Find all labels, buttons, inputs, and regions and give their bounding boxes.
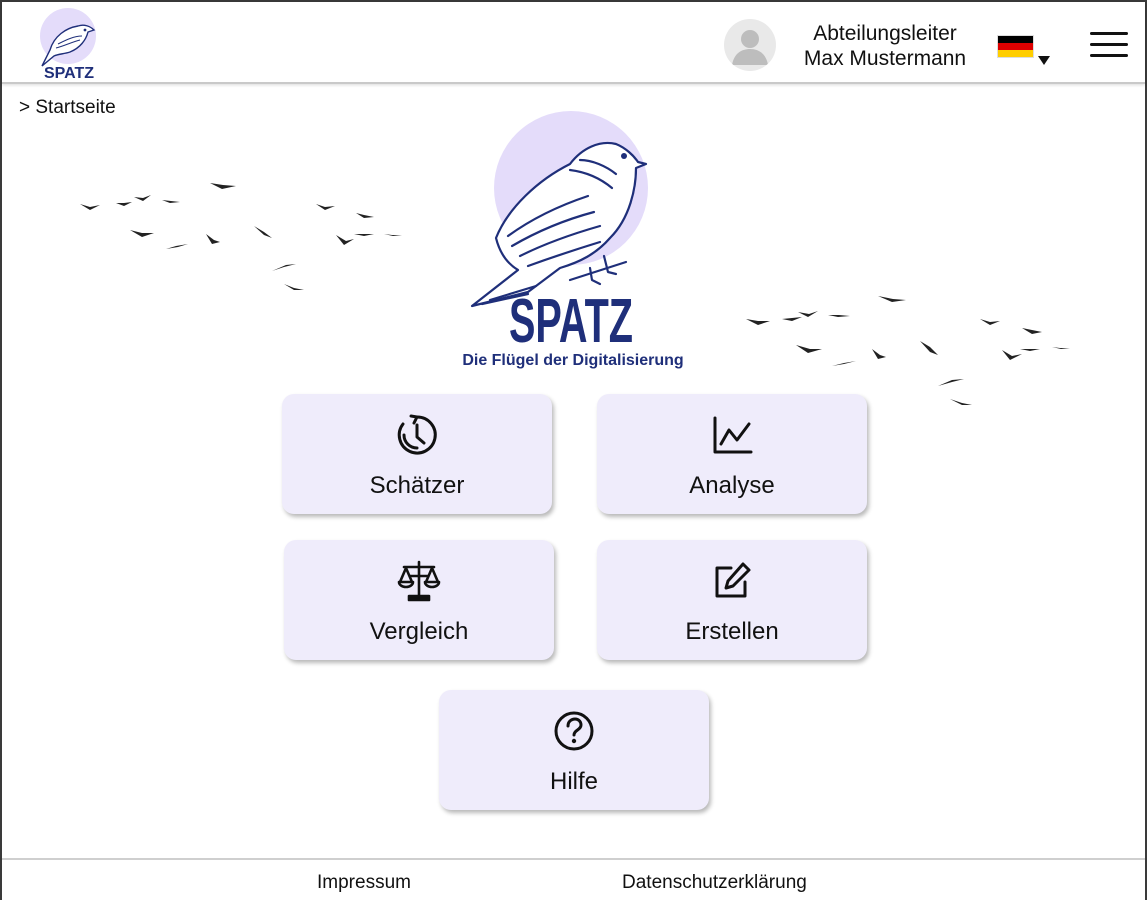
user-icon [732, 30, 768, 65]
tagline: Die Flügel der Digitalisierung [462, 352, 684, 369]
tile-erstellen[interactable]: Erstellen [597, 540, 867, 660]
tile-analyse[interactable]: Analyse [597, 394, 867, 514]
impressum-link[interactable]: Impressum [317, 872, 411, 894]
tile-label: Hilfe [549, 768, 598, 795]
tile-label: Schätzer [369, 472, 465, 499]
timer-icon [397, 414, 437, 455]
hamburger-menu-icon[interactable] [1090, 32, 1128, 60]
help-icon [554, 711, 594, 751]
spatz-hero-logo: SPATZ [470, 111, 648, 348]
header: SPATZ Abteilungsleiter Max Mustermann [2, 2, 1145, 84]
tile-hilfe[interactable]: Hilfe [439, 690, 709, 810]
tile-label: Vergleich [369, 618, 469, 645]
spatz-logo-small[interactable]: SPATZ [36, 6, 100, 82]
chevron-down-icon[interactable] [1038, 56, 1050, 65]
tile-label: Analyse [689, 472, 775, 499]
birds-decoration-left-icon [80, 183, 402, 290]
user-info[interactable]: Abteilungsleiter Max Mustermann [785, 21, 985, 71]
breadcrumb[interactable]: > Startseite [19, 97, 116, 119]
footer: Impressum Datenschutzerklärung [2, 858, 1145, 900]
german-flag-icon[interactable] [997, 35, 1034, 58]
logo-small-text: SPATZ [44, 65, 94, 82]
user-name: Max Mustermann [803, 47, 967, 70]
user-role: Abteilungsleiter [813, 22, 957, 45]
line-chart-icon [713, 416, 753, 454]
tile-vergleich[interactable]: Vergleich [284, 540, 554, 660]
privacy-link[interactable]: Datenschutzerklärung [622, 872, 807, 894]
edit-icon [715, 562, 751, 598]
tile-label: Erstellen [685, 618, 779, 645]
hero-logo-text: SPATZ [509, 287, 633, 348]
scales-icon [397, 560, 441, 602]
tile-schaetzer[interactable]: Schätzer [282, 394, 552, 514]
avatar[interactable] [724, 19, 776, 71]
